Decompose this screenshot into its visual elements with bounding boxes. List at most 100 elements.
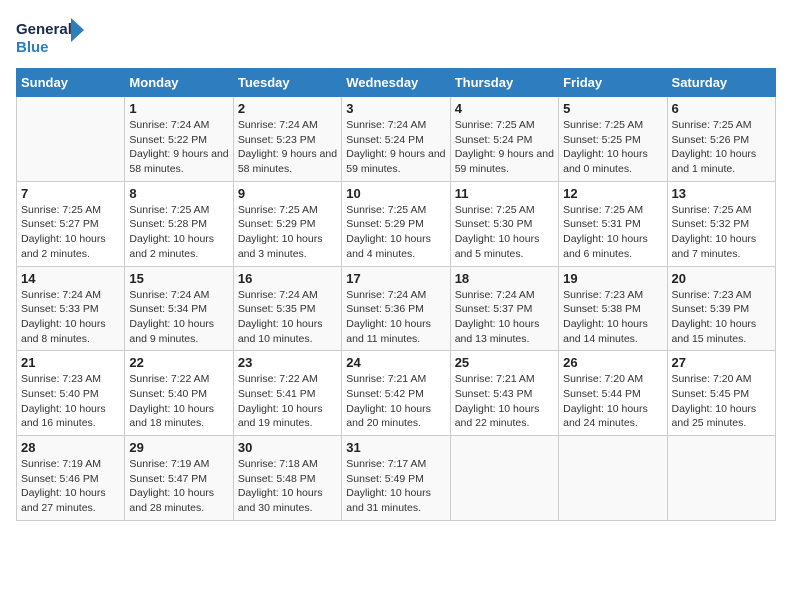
- day-info: Sunrise: 7:22 AMSunset: 5:40 PMDaylight:…: [129, 372, 228, 431]
- day-number: 1: [129, 101, 228, 116]
- day-cell: 13 Sunrise: 7:25 AMSunset: 5:32 PMDayligh…: [667, 181, 775, 266]
- day-cell: 4 Sunrise: 7:25 AMSunset: 5:24 PMDaylight…: [450, 97, 558, 182]
- day-number: 26: [563, 355, 662, 370]
- day-number: 20: [672, 271, 771, 286]
- day-cell: [17, 97, 125, 182]
- logo: General Blue: [16, 16, 86, 58]
- day-number: 30: [238, 440, 337, 455]
- day-info: Sunrise: 7:24 AMSunset: 5:24 PMDaylight:…: [346, 118, 445, 177]
- day-number: 21: [21, 355, 120, 370]
- day-cell: 23Sunrise: 7:22 AMSunset: 5:41 PMDayligh…: [233, 351, 341, 436]
- day-cell: 24Sunrise: 7:21 AMSunset: 5:42 PMDayligh…: [342, 351, 450, 436]
- column-header-tuesday: Tuesday: [233, 69, 341, 97]
- day-info: Sunrise: 7:23 AMSunset: 5:40 PMDaylight:…: [21, 372, 120, 431]
- day-cell: 18 Sunrise: 7:24 AMSunset: 5:37 PMDayligh…: [450, 266, 558, 351]
- day-number: 7: [21, 186, 120, 201]
- day-info: Sunrise: 7:18 AMSunset: 5:48 PMDaylight:…: [238, 457, 337, 516]
- day-number: 16: [238, 271, 337, 286]
- day-number: 5: [563, 101, 662, 116]
- day-cell: 1 Sunrise: 7:24 AMSunset: 5:22 PMDaylight…: [125, 97, 233, 182]
- day-info: Sunrise: 7:24 AMSunset: 5:37 PMDaylight:…: [455, 288, 554, 347]
- day-info: Sunrise: 7:19 AMSunset: 5:46 PMDaylight:…: [21, 457, 120, 516]
- week-row-5: 28Sunrise: 7:19 AMSunset: 5:46 PMDayligh…: [17, 436, 776, 521]
- day-cell: 10 Sunrise: 7:25 AMSunset: 5:29 PMDayligh…: [342, 181, 450, 266]
- day-cell: 3 Sunrise: 7:24 AMSunset: 5:24 PMDaylight…: [342, 97, 450, 182]
- day-info: Sunrise: 7:24 AMSunset: 5:34 PMDaylight:…: [129, 288, 228, 347]
- day-info: Sunrise: 7:25 AMSunset: 5:28 PMDaylight:…: [129, 203, 228, 262]
- day-number: 27: [672, 355, 771, 370]
- column-header-wednesday: Wednesday: [342, 69, 450, 97]
- day-cell: 30 Sunrise: 7:18 AMSunset: 5:48 PMDayligh…: [233, 436, 341, 521]
- day-info: Sunrise: 7:25 AMSunset: 5:31 PMDaylight:…: [563, 203, 662, 262]
- day-cell: 2Sunrise: 7:24 AMSunset: 5:23 PMDaylight…: [233, 97, 341, 182]
- day-cell: 11 Sunrise: 7:25 AMSunset: 5:30 PMDayligh…: [450, 181, 558, 266]
- day-number: 9: [238, 186, 337, 201]
- day-number: 12: [563, 186, 662, 201]
- day-number: 19: [563, 271, 662, 286]
- day-info: Sunrise: 7:23 AMSunset: 5:39 PMDaylight:…: [672, 288, 771, 347]
- day-cell: 26 Sunrise: 7:20 AMSunset: 5:44 PMDayligh…: [559, 351, 667, 436]
- day-number: 3: [346, 101, 445, 116]
- day-cell: 29Sunrise: 7:19 AMSunset: 5:47 PMDayligh…: [125, 436, 233, 521]
- day-info: Sunrise: 7:19 AMSunset: 5:47 PMDaylight:…: [129, 457, 228, 516]
- day-cell: 28Sunrise: 7:19 AMSunset: 5:46 PMDayligh…: [17, 436, 125, 521]
- column-header-sunday: Sunday: [17, 69, 125, 97]
- day-number: 15: [129, 271, 228, 286]
- day-info: Sunrise: 7:24 AMSunset: 5:23 PMDaylight:…: [238, 118, 337, 177]
- day-cell: 16 Sunrise: 7:24 AMSunset: 5:35 PMDayligh…: [233, 266, 341, 351]
- week-row-2: 7 Sunrise: 7:25 AMSunset: 5:27 PMDaylight…: [17, 181, 776, 266]
- day-cell: 20 Sunrise: 7:23 AMSunset: 5:39 PMDayligh…: [667, 266, 775, 351]
- week-row-3: 14 Sunrise: 7:24 AMSunset: 5:33 PMDayligh…: [17, 266, 776, 351]
- day-cell: 9 Sunrise: 7:25 AMSunset: 5:29 PMDaylight…: [233, 181, 341, 266]
- day-number: 11: [455, 186, 554, 201]
- day-info: Sunrise: 7:22 AMSunset: 5:41 PMDaylight:…: [238, 372, 337, 431]
- day-info: Sunrise: 7:25 AMSunset: 5:30 PMDaylight:…: [455, 203, 554, 262]
- day-info: Sunrise: 7:17 AMSunset: 5:49 PMDaylight:…: [346, 457, 445, 516]
- day-cell: 22Sunrise: 7:22 AMSunset: 5:40 PMDayligh…: [125, 351, 233, 436]
- day-info: Sunrise: 7:25 AMSunset: 5:29 PMDaylight:…: [346, 203, 445, 262]
- day-cell: 25 Sunrise: 7:21 AMSunset: 5:43 PMDayligh…: [450, 351, 558, 436]
- day-info: Sunrise: 7:25 AMSunset: 5:27 PMDaylight:…: [21, 203, 120, 262]
- day-number: 18: [455, 271, 554, 286]
- day-number: 17: [346, 271, 445, 286]
- day-cell: 14 Sunrise: 7:24 AMSunset: 5:33 PMDayligh…: [17, 266, 125, 351]
- week-row-1: 1 Sunrise: 7:24 AMSunset: 5:22 PMDaylight…: [17, 97, 776, 182]
- svg-text:General: General: [16, 21, 72, 38]
- day-cell: 17 Sunrise: 7:24 AMSunset: 5:36 PMDayligh…: [342, 266, 450, 351]
- day-number: 8: [129, 186, 228, 201]
- day-info: Sunrise: 7:24 AMSunset: 5:22 PMDaylight:…: [129, 118, 228, 177]
- day-info: Sunrise: 7:25 AMSunset: 5:26 PMDaylight:…: [672, 118, 771, 177]
- day-number: 25: [455, 355, 554, 370]
- day-info: Sunrise: 7:25 AMSunset: 5:25 PMDaylight:…: [563, 118, 662, 177]
- day-number: 6: [672, 101, 771, 116]
- day-info: Sunrise: 7:20 AMSunset: 5:44 PMDaylight:…: [563, 372, 662, 431]
- svg-text:Blue: Blue: [16, 39, 49, 56]
- day-cell: 6 Sunrise: 7:25 AMSunset: 5:26 PMDaylight…: [667, 97, 775, 182]
- day-info: Sunrise: 7:25 AMSunset: 5:32 PMDaylight:…: [672, 203, 771, 262]
- day-info: Sunrise: 7:25 AMSunset: 5:29 PMDaylight:…: [238, 203, 337, 262]
- day-info: Sunrise: 7:21 AMSunset: 5:42 PMDaylight:…: [346, 372, 445, 431]
- day-number: 10: [346, 186, 445, 201]
- column-header-friday: Friday: [559, 69, 667, 97]
- day-cell: 8 Sunrise: 7:25 AMSunset: 5:28 PMDaylight…: [125, 181, 233, 266]
- day-info: Sunrise: 7:23 AMSunset: 5:38 PMDaylight:…: [563, 288, 662, 347]
- day-info: Sunrise: 7:24 AMSunset: 5:36 PMDaylight:…: [346, 288, 445, 347]
- column-header-monday: Monday: [125, 69, 233, 97]
- day-cell: 21 Sunrise: 7:23 AMSunset: 5:40 PMDayligh…: [17, 351, 125, 436]
- day-cell: 7 Sunrise: 7:25 AMSunset: 5:27 PMDaylight…: [17, 181, 125, 266]
- calendar-table: SundayMondayTuesdayWednesdayThursdayFrid…: [16, 68, 776, 521]
- calendar-header-row: SundayMondayTuesdayWednesdayThursdayFrid…: [17, 69, 776, 97]
- day-info: Sunrise: 7:25 AMSunset: 5:24 PMDaylight:…: [455, 118, 554, 177]
- day-number: 4: [455, 101, 554, 116]
- day-cell: 27Sunrise: 7:20 AMSunset: 5:45 PMDayligh…: [667, 351, 775, 436]
- day-info: Sunrise: 7:24 AMSunset: 5:33 PMDaylight:…: [21, 288, 120, 347]
- day-number: 31: [346, 440, 445, 455]
- day-info: Sunrise: 7:21 AMSunset: 5:43 PMDaylight:…: [455, 372, 554, 431]
- logo-svg: General Blue: [16, 16, 86, 58]
- page-header: General Blue: [16, 16, 776, 58]
- column-header-thursday: Thursday: [450, 69, 558, 97]
- day-number: 13: [672, 186, 771, 201]
- day-info: Sunrise: 7:24 AMSunset: 5:35 PMDaylight:…: [238, 288, 337, 347]
- day-number: 14: [21, 271, 120, 286]
- day-cell: 5 Sunrise: 7:25 AMSunset: 5:25 PMDaylight…: [559, 97, 667, 182]
